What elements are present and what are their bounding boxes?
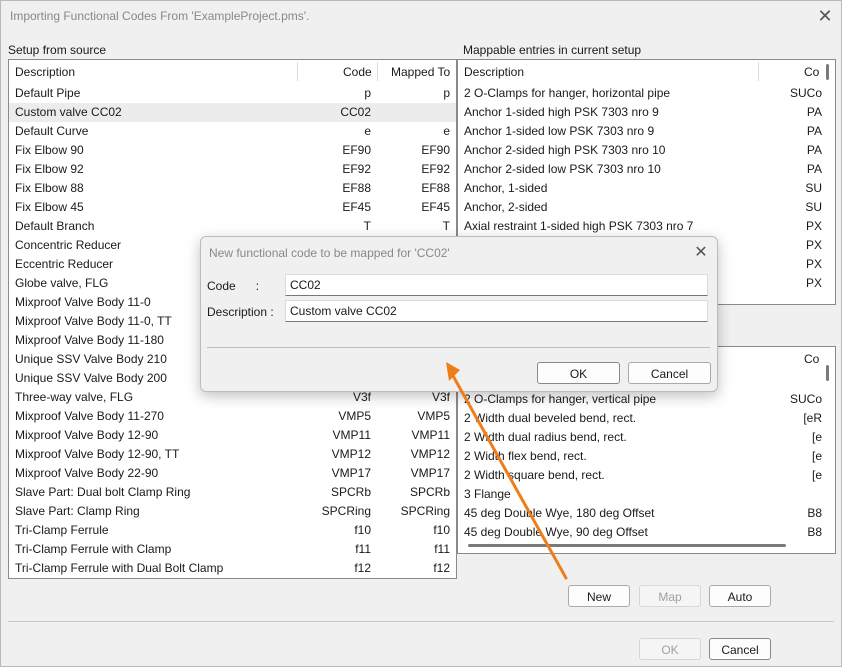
annotation-arrow	[446, 362, 568, 580]
arrow-shaft	[450, 372, 568, 580]
